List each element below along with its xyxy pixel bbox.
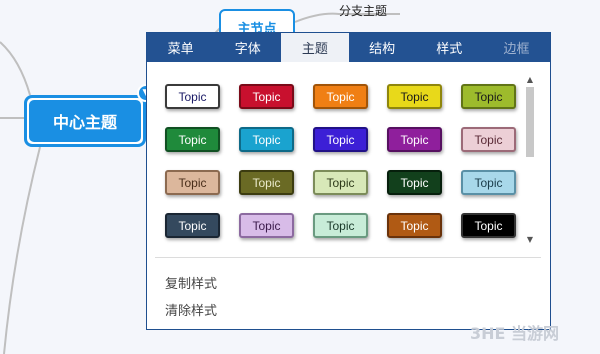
clear-style-button[interactable]: 清除样式 <box>165 300 217 319</box>
theme-swatch[interactable]: Topic <box>461 170 516 195</box>
swatch-row: Topic Topic Topic Topic Topic <box>165 170 516 195</box>
theme-swatch[interactable]: Topic <box>239 213 294 238</box>
theme-swatch[interactable]: Topic <box>165 170 220 195</box>
scroll-up-icon[interactable]: ▲ <box>525 75 535 84</box>
tab-style[interactable]: 样式 <box>416 33 483 62</box>
theme-swatch[interactable]: Topic <box>313 127 368 152</box>
theme-swatch[interactable]: Topic <box>165 127 220 152</box>
theme-swatch-grid: Topic Topic Topic Topic Topic Topic Topi… <box>147 63 537 279</box>
scroll-thumb[interactable] <box>526 87 534 157</box>
theme-swatch[interactable]: Topic <box>165 213 220 238</box>
tab-border[interactable]: 边框 <box>483 33 550 62</box>
theme-swatch[interactable]: Topic <box>239 127 294 152</box>
theme-swatch[interactable]: Topic <box>461 127 516 152</box>
watermark-logo: 3HE 当游网 <box>470 324 560 343</box>
theme-swatch[interactable]: Topic <box>313 84 368 109</box>
theme-swatch[interactable]: Topic <box>239 84 294 109</box>
panel-tabs: 菜单 字体 主题 结构 样式 边框 <box>147 33 550 62</box>
theme-swatch[interactable]: Topic <box>239 170 294 195</box>
central-topic-label: 中心主题 <box>29 100 141 142</box>
theme-swatch[interactable]: Topic <box>387 213 442 238</box>
theme-swatch[interactable]: Topic <box>387 127 442 152</box>
panel-divider <box>155 257 541 258</box>
central-topic-node[interactable]: 中心主题 <box>24 95 146 147</box>
theme-swatch[interactable]: Topic <box>461 84 516 109</box>
tab-menu[interactable]: 菜单 <box>147 33 214 62</box>
scroll-down-icon[interactable]: ▼ <box>525 235 535 244</box>
style-panel: 菜单 字体 主题 结构 样式 边框 Topic Topic Topic Topi… <box>146 32 551 330</box>
swatch-scrollbar[interactable]: ▲ ▼ <box>523 73 537 247</box>
swatch-row: Topic Topic Topic Topic Topic <box>165 84 516 109</box>
tab-font[interactable]: 字体 <box>214 33 281 62</box>
theme-swatch[interactable]: Topic <box>165 84 220 109</box>
theme-swatch[interactable]: Topic <box>313 213 368 238</box>
theme-swatch[interactable]: Topic <box>387 84 442 109</box>
tab-structure[interactable]: 结构 <box>349 33 416 62</box>
theme-swatch[interactable]: Topic <box>387 170 442 195</box>
theme-swatch[interactable]: Topic <box>461 213 516 238</box>
theme-swatch[interactable]: Topic <box>313 170 368 195</box>
branch-topic-node[interactable]: 分支主题 <box>339 2 387 19</box>
swatch-row: Topic Topic Topic Topic Topic <box>165 213 516 238</box>
swatch-row: Topic Topic Topic Topic Topic <box>165 127 516 152</box>
copy-style-button[interactable]: 复制样式 <box>165 273 217 292</box>
tab-theme[interactable]: 主题 <box>281 33 349 62</box>
